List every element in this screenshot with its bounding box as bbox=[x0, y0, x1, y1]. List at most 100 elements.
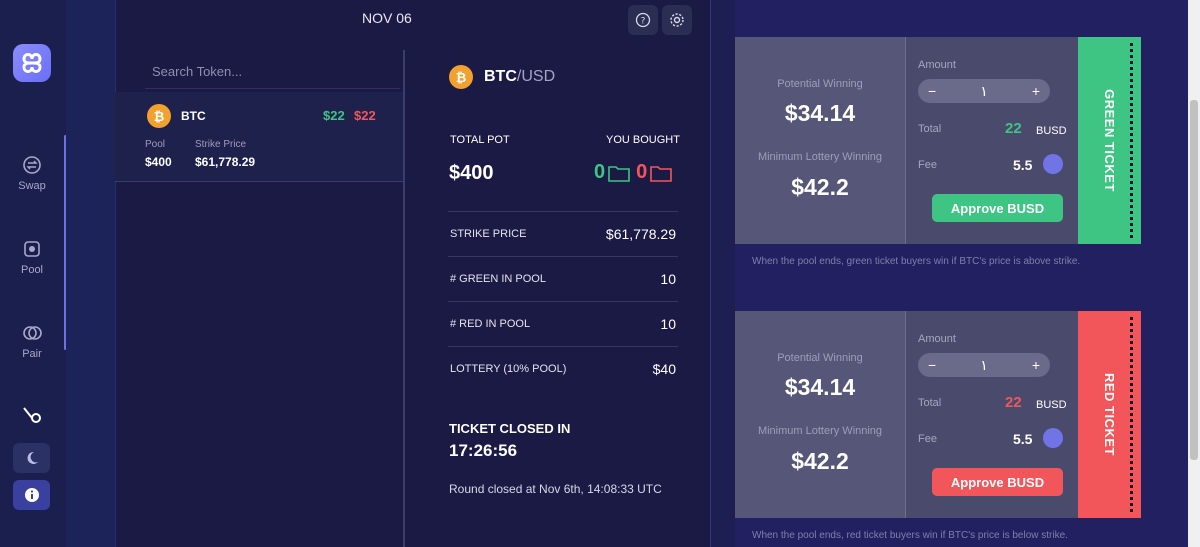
info-button[interactable] bbox=[13, 480, 50, 510]
search-input[interactable] bbox=[145, 55, 400, 89]
busd-token-icon bbox=[1043, 428, 1063, 448]
info-icon bbox=[24, 488, 39, 502]
fee-label: Fee bbox=[918, 433, 937, 445]
minus-button[interactable]: − bbox=[928, 357, 936, 373]
amount-label: Amount bbox=[918, 59, 956, 71]
amount-label: Amount bbox=[918, 333, 956, 345]
sidebar-item-label: Pool bbox=[20, 264, 44, 276]
background-strip bbox=[66, 0, 115, 547]
sidebar: Swap Pool Pair bbox=[0, 0, 66, 547]
sidebar-item-pair[interactable]: Pair bbox=[0, 322, 64, 360]
bought-green-count: 0 bbox=[594, 161, 606, 183]
ticket-closed-label: TICKET CLOSED IN bbox=[449, 421, 571, 436]
red-folder-icon bbox=[650, 165, 673, 182]
total-label: Total bbox=[918, 397, 942, 409]
pair-title: BTC/USD bbox=[484, 68, 555, 86]
total-value: 22 bbox=[1005, 394, 1022, 411]
pair-base: BTC bbox=[484, 68, 517, 85]
panel-divider bbox=[403, 50, 405, 547]
minus-button[interactable]: − bbox=[928, 83, 936, 99]
green-in-pool-value: 10 bbox=[660, 271, 676, 287]
green-ticket-stub: GREEN TICKET bbox=[1078, 37, 1141, 244]
plus-button[interactable]: + bbox=[1032, 357, 1040, 373]
minimum-lottery-label: Minimum Lottery Winning bbox=[757, 151, 883, 163]
divider bbox=[448, 211, 678, 212]
right-separator bbox=[710, 0, 735, 547]
red-amount-stepper[interactable]: − ١ + bbox=[918, 353, 1050, 377]
total-label: Total bbox=[918, 123, 942, 135]
green-approve-button[interactable]: Approve BUSD bbox=[932, 194, 1063, 222]
strike-label: Strike Price bbox=[195, 139, 247, 150]
amount-value[interactable]: ١ bbox=[980, 357, 988, 374]
help-icon: ? bbox=[635, 12, 651, 28]
currency-label: BUSD bbox=[1036, 399, 1067, 411]
green-in-pool-label: # GREEN IN POOL bbox=[450, 273, 546, 285]
round-closed-text: Round closed at Nov 6th, 14:08:33 UTC bbox=[449, 482, 662, 496]
red-in-pool-label: # RED IN POOL bbox=[450, 318, 531, 330]
fee-value: 5.5 bbox=[1013, 431, 1033, 447]
potential-winning-label: Potential Winning bbox=[777, 78, 863, 90]
lottery-value: $40 bbox=[652, 361, 676, 377]
pool-label: Pool bbox=[145, 139, 166, 150]
total-value: 22 bbox=[1005, 120, 1022, 137]
pair-icon bbox=[23, 326, 42, 340]
potential-winning-label: Potential Winning bbox=[777, 352, 863, 364]
total-pot-label: TOTAL POT bbox=[450, 134, 510, 146]
green-ticket-note: When the pool ends, green ticket buyers … bbox=[752, 256, 1081, 267]
date-label: NOV 06 bbox=[362, 10, 412, 26]
red-ticket-winnings: Potential Winning $34.14 Minimum Lottery… bbox=[735, 311, 905, 518]
pool-icon bbox=[24, 241, 40, 257]
pool-value: $400 bbox=[145, 155, 172, 169]
fee-value: 5.5 bbox=[1013, 157, 1033, 173]
potential-winning-value: $34.14 bbox=[784, 100, 856, 126]
green-ticket-winnings: Potential Winning $34.14 Minimum Lottery… bbox=[735, 37, 905, 244]
perforation bbox=[1130, 317, 1133, 512]
you-bought-label: YOU BOUGHT bbox=[606, 134, 680, 146]
swap-icon bbox=[23, 156, 41, 174]
red-in-pool-value: 10 bbox=[660, 316, 676, 332]
divider bbox=[448, 301, 678, 302]
divider bbox=[448, 346, 678, 347]
token-red-price: $22 bbox=[354, 108, 376, 123]
bitcoin-icon: ₿ bbox=[147, 104, 171, 128]
amount-value[interactable]: ١ bbox=[980, 83, 988, 100]
green-folder-icon bbox=[608, 165, 630, 182]
theme-toggle-button[interactable] bbox=[13, 443, 50, 473]
sidebar-item-swap[interactable]: Swap bbox=[0, 154, 64, 192]
token-list-item[interactable]: ₿ BTC $22 $22 Pool Strike Price $400 $61… bbox=[115, 92, 403, 182]
strike-price-label: STRIKE PRICE bbox=[450, 228, 527, 240]
you-bought-values: 0 0 bbox=[594, 161, 673, 184]
svg-text:?: ? bbox=[641, 17, 646, 27]
logo-icon[interactable] bbox=[13, 44, 51, 82]
minimum-lottery-value: $42.2 bbox=[791, 448, 849, 474]
minimum-lottery-value: $42.2 bbox=[791, 174, 849, 200]
moon-icon bbox=[27, 451, 38, 464]
ticket-closed-time: 17:26:56 bbox=[449, 441, 518, 460]
divider bbox=[448, 256, 678, 257]
sidebar-item-label: Swap bbox=[18, 180, 46, 192]
red-ticket-note: When the pool ends, red ticket buyers wi… bbox=[752, 530, 1068, 541]
bought-red-count: 0 bbox=[636, 161, 648, 183]
lottery-label: LOTTERY (10% POOL) bbox=[450, 363, 567, 375]
strike-price-value: $61,778.29 bbox=[605, 226, 676, 242]
total-pot-value: $400 bbox=[449, 162, 494, 184]
plus-button[interactable]: + bbox=[1032, 83, 1040, 99]
perforation bbox=[1130, 43, 1133, 238]
gear-icon bbox=[670, 13, 684, 27]
settings-button[interactable] bbox=[662, 5, 692, 35]
pair-quote: /USD bbox=[516, 68, 556, 85]
busd-token-icon bbox=[1043, 154, 1063, 174]
token-green-price: $22 bbox=[323, 108, 345, 123]
sidebar-item-bike[interactable] bbox=[0, 404, 64, 430]
green-ticket-title: GREEN TICKET bbox=[1102, 89, 1118, 192]
currency-label: BUSD bbox=[1036, 125, 1067, 137]
help-button[interactable]: ? bbox=[628, 5, 658, 35]
sidebar-item-pool[interactable]: Pool bbox=[0, 238, 64, 276]
red-approve-button[interactable]: Approve BUSD bbox=[932, 468, 1063, 496]
red-ticket-title: RED TICKET bbox=[1102, 373, 1117, 456]
bitcoin-icon: ₿ bbox=[449, 65, 473, 89]
green-amount-stepper[interactable]: − ١ + bbox=[918, 79, 1050, 103]
red-ticket-stub: RED TICKET bbox=[1078, 311, 1141, 518]
scrollbar-thumb[interactable] bbox=[1190, 100, 1198, 460]
bike-icon bbox=[23, 407, 41, 423]
